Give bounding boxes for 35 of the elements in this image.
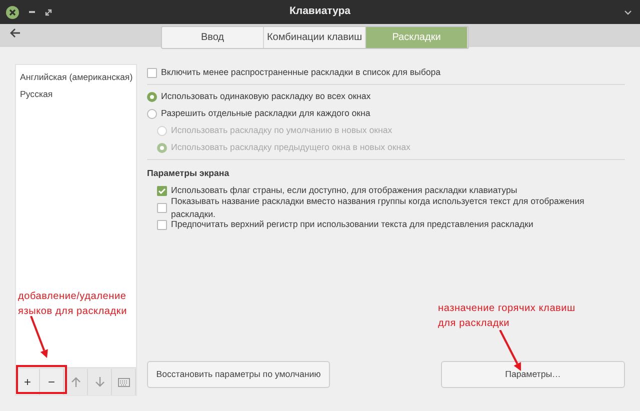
checkbox[interactable] <box>157 220 167 230</box>
down-arrow-icon <box>94 377 104 387</box>
back-arrow-icon[interactable] <box>9 28 21 38</box>
check-icon <box>158 188 166 194</box>
radio-button[interactable] <box>147 108 157 118</box>
annotation-text: добавление/удаление языков для раскладки <box>18 290 127 319</box>
radio-label: Использовать одинаковую раскладку во всех окнах <box>161 90 371 103</box>
radio-label: Использовать раскладку предыдущего окна в новых окнах <box>171 140 410 154</box>
checkbox-label: Использовать флаг страны, если доступно, для отображения раскладки клавиатуры <box>171 184 518 198</box>
chevron-icon[interactable] <box>624 10 632 14</box>
remove-button[interactable]: − <box>40 369 64 395</box>
annotation-text: назначение горячих клавиш для раскладки <box>438 302 576 331</box>
radio-label: Использовать раскладку по умолчанию в новых окнах <box>171 124 392 137</box>
layout-list-item[interactable]: Английская (американская) <box>19 69 133 86</box>
checkbox[interactable] <box>147 68 157 78</box>
restore-defaults-button[interactable]: Восстановить параметры по умолчанию <box>147 361 330 388</box>
tab[interactable]: Ввод <box>162 27 264 48</box>
up-arrow-icon <box>70 377 80 387</box>
checkbox-label: Включить менее распространенные раскладки в список для выбора <box>161 66 441 79</box>
options-button[interactable]: Параметры… <box>441 361 625 388</box>
checkbox-label: Показывать название раскладки вместо названия группы когда используется текст для отображения раскладки. <box>171 195 586 220</box>
radio-button[interactable] <box>147 92 157 102</box>
close-icon[interactable] <box>6 6 19 18</box>
checkbox[interactable] <box>157 202 167 213</box>
window-title: Клавиатура <box>288 4 352 20</box>
keyboard-icon <box>118 378 130 386</box>
radio-label: Разрешить отдельные раскладки для каждого окна <box>161 106 370 120</box>
section-heading: Параметры экрана <box>147 167 230 180</box>
layout-list-item[interactable]: Русская <box>19 86 133 104</box>
tab[interactable]: Комбинации клавиш <box>264 27 366 48</box>
maximize-icon[interactable] <box>45 8 52 16</box>
checkbox-label: Предпочитать верхний регистр при использовании текста для представления раскладки <box>171 219 534 232</box>
checkbox[interactable] <box>157 186 167 196</box>
highlight-box <box>16 365 67 394</box>
annotation-arrow <box>27 316 51 358</box>
